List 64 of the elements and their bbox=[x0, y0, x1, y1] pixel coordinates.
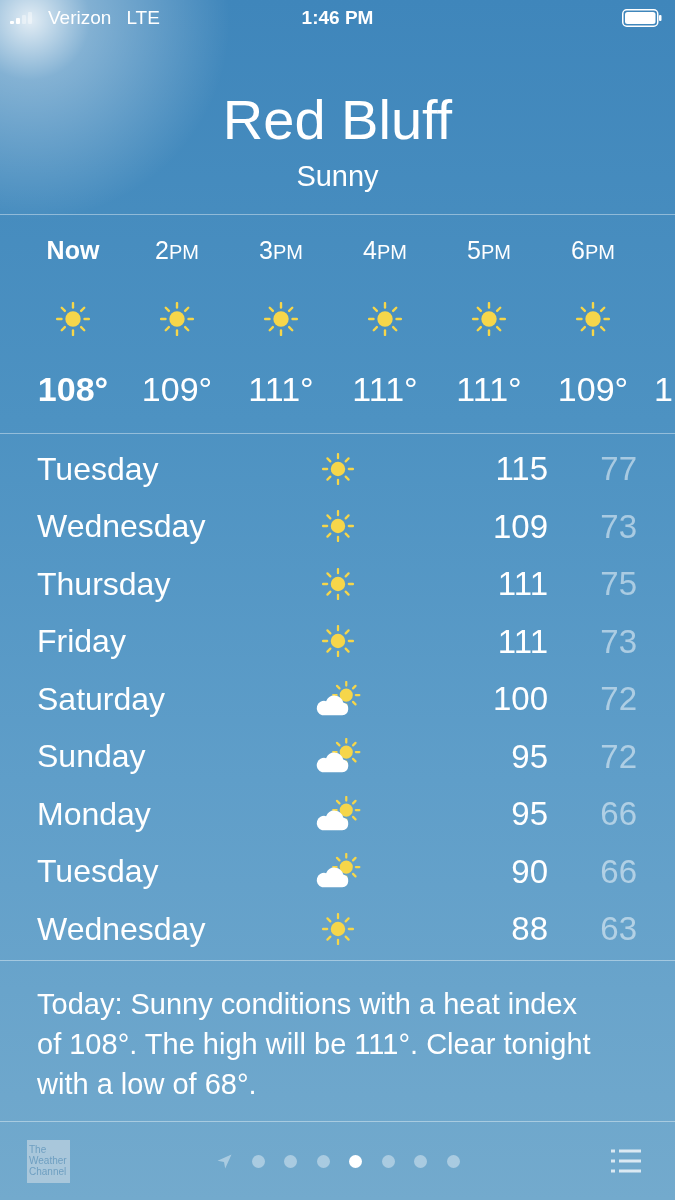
hour-temperature: 1 bbox=[654, 369, 673, 409]
sun-icon bbox=[472, 302, 506, 336]
high-temperature: 111 bbox=[497, 621, 548, 662]
low-temperature: 75 bbox=[600, 564, 637, 604]
sun-icon bbox=[322, 567, 354, 600]
hour-temperature: 111° bbox=[248, 369, 314, 409]
high-temperature: 111 bbox=[497, 564, 548, 604]
sun-icon bbox=[56, 302, 90, 336]
forecast-summary: Today: Sunny conditions with a heat index of 108°. The high will be 111°. Clear tonight with a low of 68°. bbox=[37, 986, 592, 1102]
status-time: 1:46 PM bbox=[301, 5, 374, 30]
day-name: Saturday bbox=[37, 679, 167, 719]
day-name: Monday bbox=[37, 794, 152, 834]
hour-label: 3PM bbox=[259, 235, 303, 265]
carrier-name: Verizon bbox=[48, 5, 112, 30]
low-temperature: 63 bbox=[600, 909, 637, 949]
hour-label: 5PM bbox=[467, 235, 511, 265]
day-name: Friday bbox=[37, 622, 127, 662]
sun-icon bbox=[322, 912, 354, 945]
high-temperature: 100 bbox=[492, 679, 548, 719]
battery-icon bbox=[622, 9, 662, 27]
hour-temperature: 111° bbox=[352, 369, 418, 409]
sun-icon bbox=[160, 302, 194, 336]
hour-temperature: 111° bbox=[456, 369, 522, 409]
hour-label: Now bbox=[46, 235, 100, 265]
cloud-sun-icon bbox=[314, 853, 362, 890]
cloud-sun-icon bbox=[314, 680, 362, 717]
day-name: Wednesday bbox=[37, 507, 207, 547]
location-arrow-icon[interactable] bbox=[217, 1153, 232, 1169]
day-name: Tuesday bbox=[37, 449, 160, 489]
hour-temperature: 109° bbox=[141, 369, 213, 409]
low-temperature: 73 bbox=[600, 621, 637, 662]
hour-label: 4PM bbox=[363, 235, 407, 265]
hour-label: 2PM bbox=[155, 235, 199, 265]
low-temperature: 66 bbox=[600, 794, 637, 834]
list-icon[interactable] bbox=[611, 1149, 641, 1173]
low-temperature: 77 bbox=[600, 449, 637, 489]
high-temperature: 115 bbox=[495, 449, 548, 489]
sun-icon bbox=[322, 452, 354, 485]
low-temperature: 72 bbox=[600, 736, 637, 777]
cloud-sun-icon bbox=[314, 795, 362, 832]
high-temperature: 88 bbox=[511, 909, 548, 949]
current-condition: Sunny bbox=[296, 159, 379, 194]
hour-temperature: 109° bbox=[557, 369, 629, 409]
cloud-sun-icon bbox=[314, 738, 362, 775]
high-temperature: 90 bbox=[511, 851, 548, 892]
high-temperature: 95 bbox=[511, 736, 548, 777]
low-temperature: 72 bbox=[600, 679, 637, 719]
sun-icon bbox=[264, 302, 298, 336]
sun-icon bbox=[322, 510, 354, 543]
day-name: Tuesday bbox=[37, 852, 160, 892]
day-name: Sunday bbox=[37, 737, 147, 777]
high-temperature: 95 bbox=[511, 794, 548, 834]
low-temperature: 66 bbox=[600, 851, 637, 892]
day-name: Thursday bbox=[37, 564, 172, 604]
sun-icon bbox=[368, 302, 402, 336]
city-name: Red Bluff bbox=[222, 88, 453, 152]
day-name: Wednesday bbox=[37, 909, 207, 949]
low-temperature: 73 bbox=[600, 506, 637, 547]
sun-icon bbox=[576, 302, 610, 336]
network-type: LTE bbox=[126, 5, 160, 30]
hour-label: 6PM bbox=[571, 235, 615, 265]
sun-icon bbox=[322, 625, 354, 658]
high-temperature: 109 bbox=[492, 506, 548, 547]
hour-temperature: 108° bbox=[37, 369, 109, 409]
